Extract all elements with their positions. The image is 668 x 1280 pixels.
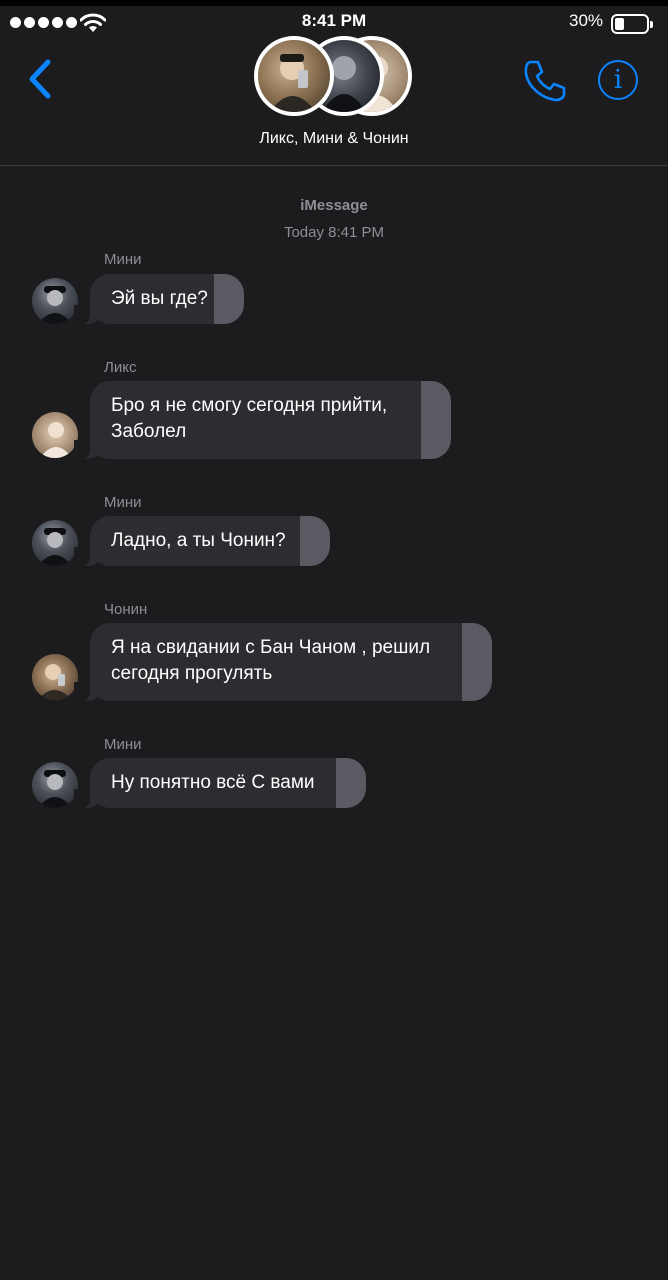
group-name[interactable]: Ликс, Мини & Чонин (0, 130, 668, 148)
conversation-timestamp: Today 8:41 PM (283, 224, 385, 241)
chevron-left-icon[interactable] (22, 54, 62, 104)
sender-name: Мини (104, 736, 142, 753)
message-text-line: Заболел (111, 421, 187, 442)
sender-name: Ликс (104, 359, 137, 376)
avatar (32, 520, 78, 566)
sender-name: Мини (104, 494, 142, 511)
avatar (32, 412, 78, 458)
message-bubble[interactable]: Я на свидании с Бан Чаном , решил сегодн… (74, 623, 492, 702)
avatar (32, 278, 78, 324)
service-label: iMessage (300, 197, 368, 214)
avatar (32, 762, 78, 808)
avatar (254, 36, 334, 116)
avatar (32, 654, 78, 700)
info-icon[interactable]: i (598, 60, 638, 100)
message-text: Эй вы где? (111, 288, 208, 309)
message-text: Ну понятно всё С вами (111, 772, 315, 793)
status-bar: 8:41 PM 30% (0, 6, 668, 36)
battery-icon (611, 14, 653, 34)
status-time: 8:41 PM (301, 11, 367, 30)
battery-percent: 30% (569, 11, 604, 30)
message-bubble[interactable]: Бро я не смогу сегодня прийти, Заболел (74, 381, 451, 460)
message-bubble[interactable]: Ну понятно всё С вами (74, 758, 366, 809)
sender-name: Мини (104, 251, 142, 268)
message-text: Ладно, а ты Чонин? (111, 530, 286, 551)
phone-icon[interactable] (522, 58, 568, 104)
sender-name: Чонин (104, 601, 148, 618)
message-text-line: сегодня прогулять (111, 663, 273, 684)
message-text-line: Я на свидании с Бан Чаном , решил (111, 637, 431, 658)
message-bubble[interactable]: Эй вы где? (74, 274, 244, 325)
message-text-line: Бро я не смогу сегодня прийти, (111, 395, 388, 416)
group-avatars[interactable] (254, 36, 424, 122)
conversation-header: Ликс, Мини & Чонин i (0, 36, 668, 166)
message-bubble[interactable]: Ладно, а ты Чонин? (74, 516, 330, 567)
